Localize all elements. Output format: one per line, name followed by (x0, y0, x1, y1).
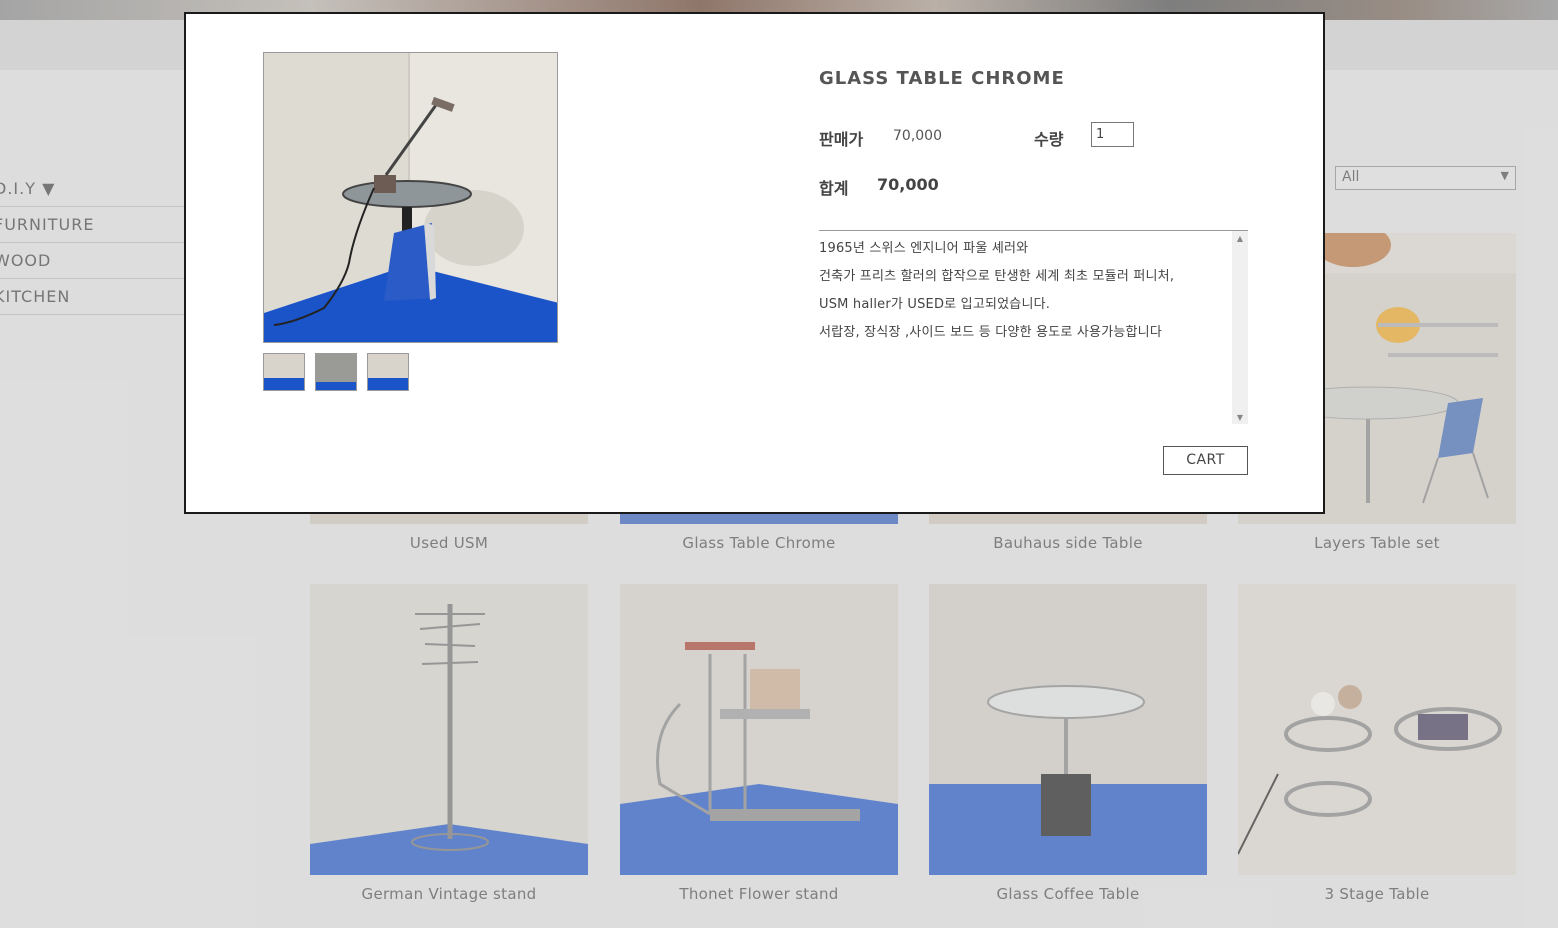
description-line: USM haller가 USED로 입고되었습니다. (819, 297, 1051, 312)
thumbnail-strip (263, 353, 409, 391)
product-title: GLASS TABLE CHROME (819, 68, 1065, 89)
scroll-down-icon[interactable]: ▼ (1232, 413, 1248, 422)
thumbnail-1[interactable] (263, 353, 305, 391)
cart-button[interactable]: CART (1163, 446, 1248, 475)
scroll-up-icon[interactable]: ▲ (1232, 234, 1248, 243)
description-box[interactable]: 1965년 스위스 엔지니어 파울 셰러와 건축가 프리츠 할러의 합작으로 탄… (819, 230, 1248, 424)
thumbnail-2[interactable] (315, 353, 357, 391)
thumbnail-3[interactable] (367, 353, 409, 391)
description-text: 1965년 스위스 엔지니어 파울 셰러와 건축가 프리츠 할러의 합작으로 탄… (819, 235, 1229, 347)
price-label: 판매가 (819, 130, 864, 149)
product-main-photo (263, 52, 558, 343)
description-line: 건축가 프리츠 할러의 합작으로 탄생한 세계 최초 모듈러 퍼니처, (819, 269, 1175, 284)
total-value: 70,000 (877, 175, 939, 194)
quantity-input[interactable] (1091, 122, 1134, 147)
total-label: 합계 (819, 179, 849, 198)
description-line: 서랍장, 장식장 ,사이드 보드 등 다양한 용도로 사용가능합니다 (819, 325, 1162, 340)
description-line: 1965년 스위스 엔지니어 파울 셰러와 (819, 241, 1029, 256)
quantity-label: 수량 (1034, 130, 1064, 149)
price-value: 70,000 (893, 128, 942, 144)
description-scrollbar[interactable]: ▲ ▼ (1232, 231, 1248, 424)
product-quickview-modal: GLASS TABLE CHROME 판매가 70,000 수량 합계 70,0… (184, 12, 1325, 514)
